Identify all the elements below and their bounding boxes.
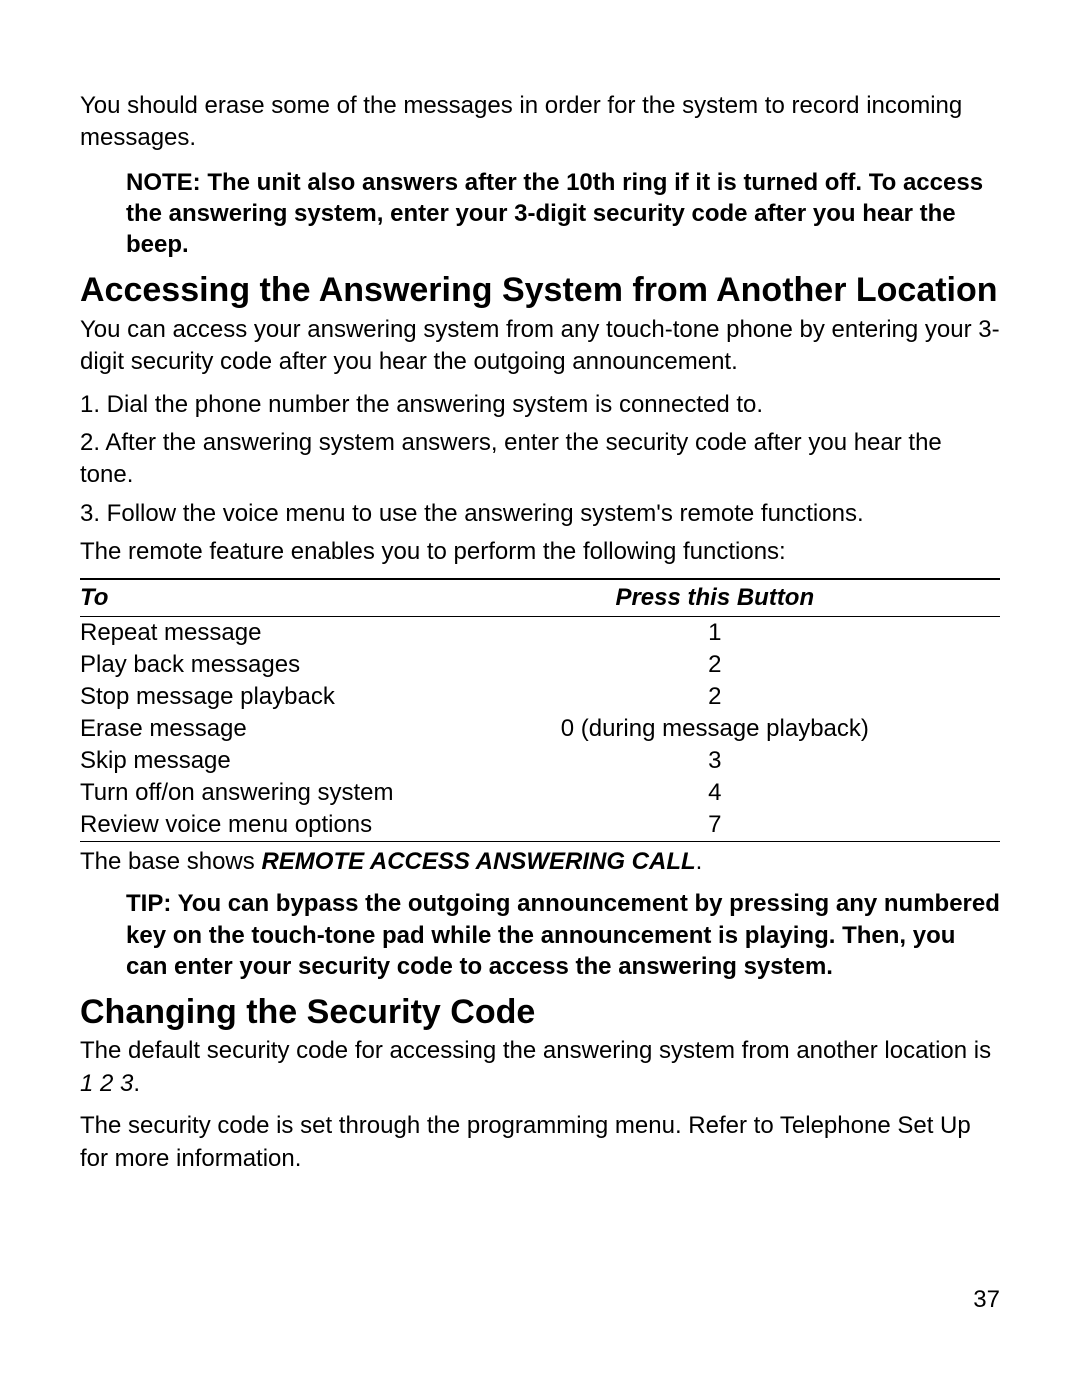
- step-2: 2. After the answering system answers, e…: [80, 427, 1000, 492]
- intro-paragraph: You should erase some of the messages in…: [80, 90, 1000, 155]
- base-shows-prefix: The base shows: [80, 848, 261, 875]
- table-header-to: To: [80, 579, 430, 617]
- security-code-default: The default security code for accessing …: [80, 1035, 1000, 1100]
- page-number: 37: [973, 1286, 1000, 1314]
- table-header-button: Press this Button: [430, 579, 1000, 617]
- note-block: NOTE: The unit also answers after the 10…: [126, 167, 1000, 261]
- table-cell-button: 2: [430, 681, 1000, 713]
- table-cell-button: 7: [430, 809, 1000, 842]
- remote-access-paragraph: You can access your answering system fro…: [80, 314, 1000, 379]
- table-cell-button: 1: [430, 617, 1000, 650]
- section-heading-remote-access: Accessing the Answering System from Anot…: [80, 272, 1000, 309]
- remote-functions-intro: The remote feature enables you to perfor…: [80, 536, 1000, 568]
- remote-functions-table: To Press this Button Repeat message 1 Pl…: [80, 578, 1000, 842]
- table-row: Turn off/on answering system 4: [80, 777, 1000, 809]
- tip-block: TIP: You can bypass the outgoing announc…: [126, 888, 1000, 982]
- table-cell-action: Review voice menu options: [80, 809, 430, 842]
- table-cell-button: 0 (during message playback): [430, 713, 1000, 745]
- table-row: Repeat message 1: [80, 617, 1000, 650]
- table-row: Play back messages 2: [80, 649, 1000, 681]
- step-1: 1. Dial the phone number the answering s…: [80, 389, 1000, 421]
- table-cell-action: Erase message: [80, 713, 430, 745]
- table-cell-button: 3: [430, 745, 1000, 777]
- security-code-value: 1 2 3: [80, 1070, 133, 1097]
- base-shows-status: REMOTE ACCESS ANSWERING CALL: [261, 848, 695, 875]
- security-code-prefix: The default security code for accessing …: [80, 1037, 991, 1064]
- base-shows-suffix: .: [696, 848, 703, 875]
- table-cell-action: Turn off/on answering system: [80, 777, 430, 809]
- table-row: Review voice menu options 7: [80, 809, 1000, 842]
- table-cell-button: 2: [430, 649, 1000, 681]
- manual-page: You should erase some of the messages in…: [0, 0, 1080, 1245]
- security-code-setup: The security code is set through the pro…: [80, 1110, 1000, 1175]
- base-shows-line: The base shows REMOTE ACCESS ANSWERING C…: [80, 848, 1000, 876]
- table-cell-action: Repeat message: [80, 617, 430, 650]
- security-code-suffix: .: [133, 1070, 140, 1097]
- table-cell-action: Skip message: [80, 745, 430, 777]
- table-row: Skip message 3: [80, 745, 1000, 777]
- step-3: 3. Follow the voice menu to use the answ…: [80, 498, 1000, 530]
- table-cell-action: Play back messages: [80, 649, 430, 681]
- section-heading-security-code: Changing the Security Code: [80, 994, 1000, 1031]
- table-row: Erase message 0 (during message playback…: [80, 713, 1000, 745]
- table-cell-button: 4: [430, 777, 1000, 809]
- table-row: Stop message playback 2: [80, 681, 1000, 713]
- table-cell-action: Stop message playback: [80, 681, 430, 713]
